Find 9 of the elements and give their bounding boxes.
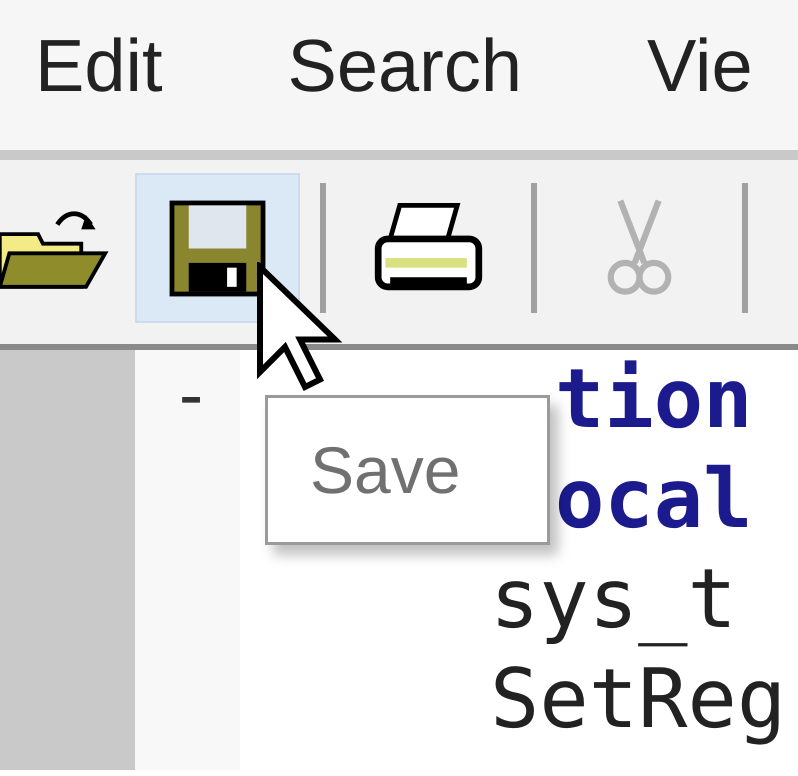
menu-item[interactable]: Vie: [646, 22, 753, 128]
menu-item[interactable]: Search: [288, 22, 522, 128]
tooltip: Save: [265, 395, 550, 545]
code-line: tion: [555, 351, 752, 449]
code-line: sys_t: [490, 551, 737, 649]
code-line: SetReg: [490, 651, 786, 749]
menu-item[interactable]: Edit: [35, 22, 163, 128]
fold-marker[interactable]: -: [170, 354, 212, 436]
code-line: ocal: [555, 451, 752, 549]
